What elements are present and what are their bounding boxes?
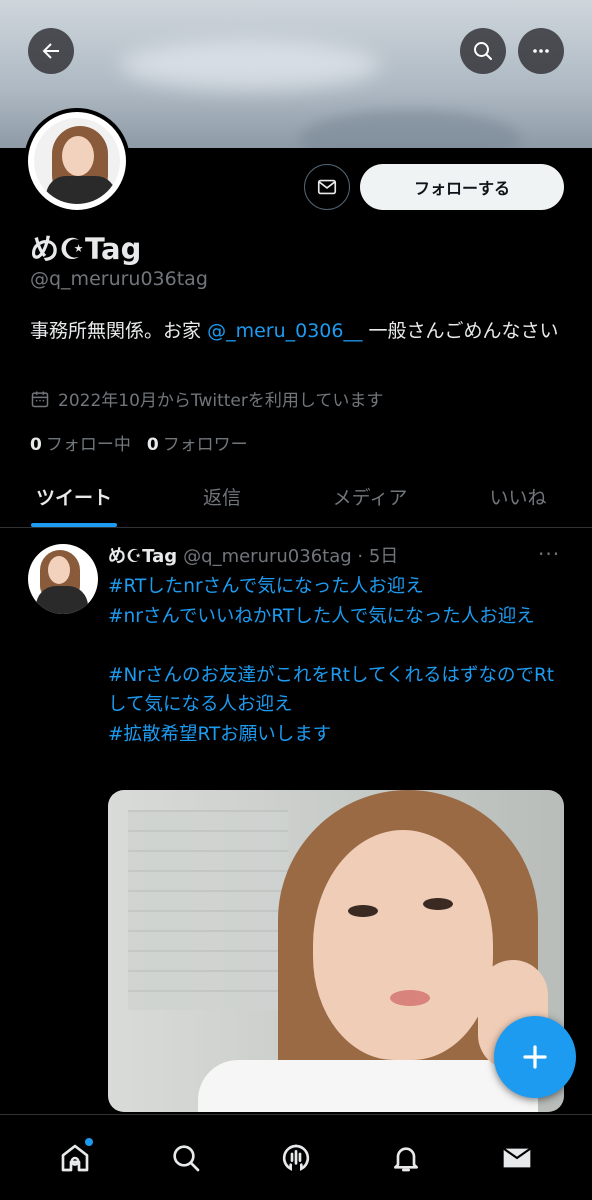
bio-text-suffix: 一般さんごめんなさい: [362, 320, 559, 342]
profile-name: め☪︎Tag: [30, 232, 142, 266]
joined-text: 2022年10月からTwitterを利用しています: [58, 391, 384, 411]
nav-notifications[interactable]: [376, 1128, 436, 1188]
search-button[interactable]: [460, 28, 506, 74]
profile-handle: @q_meruru036tag: [30, 268, 208, 290]
follow-counts: 0 フォロー中 0 フォロワー: [30, 430, 248, 455]
notification-dot: [85, 1137, 94, 1146]
hashtag-line[interactable]: #拡散希望RTお願いします: [108, 720, 570, 750]
tab-media[interactable]: メディア: [296, 466, 444, 527]
follow-button[interactable]: フォローする: [360, 164, 564, 210]
arrow-left-icon: [42, 43, 59, 59]
banner-cloud: [120, 40, 380, 90]
home-icon: [61, 1144, 89, 1171]
compose-tweet-button[interactable]: [494, 1016, 576, 1098]
tab-replies[interactable]: 返信: [148, 466, 296, 527]
notifications-icon: [394, 1146, 419, 1171]
tweet-more-button[interactable]: ···: [538, 542, 560, 566]
nav-search[interactable]: [156, 1128, 216, 1188]
tweet-header: め☪︎Tag @q_meruru036tag · 5日: [108, 542, 398, 568]
tab-likes[interactable]: いいね: [444, 466, 592, 527]
following-link[interactable]: 0 フォロー中: [30, 430, 131, 455]
profile-tabs: ツイート 返信 メディア いいね: [0, 466, 592, 528]
active-tab-indicator: [31, 523, 117, 527]
avatar-photo: [34, 118, 120, 204]
followers-link[interactable]: 0 フォロワー: [147, 430, 248, 455]
messages-icon: [502, 1147, 531, 1167]
hashtag-line[interactable]: #Nrさんのお友達がこれをRtしてくれるはずなのでRtして気になる人お迎え: [108, 661, 570, 720]
profile-bio: 事務所無関係。お家 @_meru_0306__ 一般さんごめんなさい: [30, 316, 570, 347]
more-horizontal-icon: [533, 49, 549, 53]
bio-text: 事務所無関係。お家: [30, 320, 202, 342]
mail-icon: [317, 179, 337, 195]
banner-cloud: [300, 110, 520, 148]
back-button[interactable]: [28, 28, 74, 74]
profile-avatar[interactable]: [24, 108, 130, 214]
hashtag-line[interactable]: #RTしたnrさんで気になった人お迎え: [108, 572, 570, 602]
joined-date: 2022年10月からTwitterを利用しています: [30, 386, 383, 411]
message-button[interactable]: [304, 164, 350, 210]
calendar-icon: [31, 391, 49, 407]
spaces-icon: [282, 1144, 310, 1171]
tab-tweets[interactable]: ツイート: [0, 466, 148, 527]
nav-messages[interactable]: [487, 1128, 547, 1188]
nav-spaces[interactable]: [266, 1128, 326, 1188]
tweet-meta: @q_meruru036tag · 5日: [183, 546, 399, 567]
hashtag-line[interactable]: #nrさんでいいねかRTした人で気になった人お迎え: [108, 602, 570, 632]
more-button[interactable]: [518, 28, 564, 74]
tweet-author-name[interactable]: め☪︎Tag: [108, 546, 177, 567]
search-icon: [172, 1144, 199, 1171]
search-icon: [474, 42, 492, 60]
compose-plus-icon: [523, 1045, 547, 1069]
bottom-navigation: [0, 1114, 592, 1200]
tweet-text: #RTしたnrさんで気になった人お迎え #nrさんでいいねかRTした人で気になっ…: [108, 572, 570, 749]
tweet-avatar[interactable]: [28, 544, 98, 614]
bio-mention-link[interactable]: @_meru_0306__: [207, 320, 362, 342]
nav-home[interactable]: [45, 1128, 105, 1188]
